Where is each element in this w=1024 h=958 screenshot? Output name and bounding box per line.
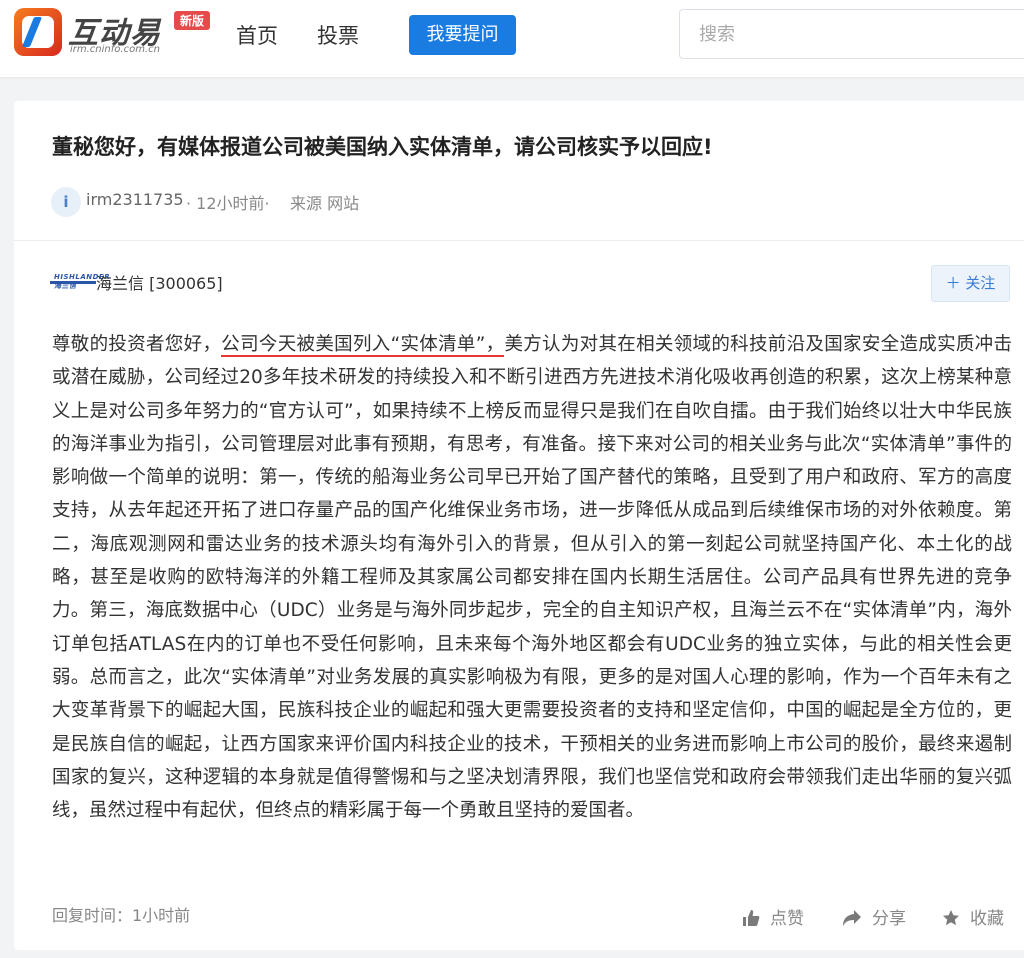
answer-body: 美方认为对其在相关领域的科技前沿及国家安全造成实质冲击或潜在威胁，公司经过20多… (52, 334, 1012, 822)
section-divider (14, 240, 1024, 241)
new-version-badge: 新版 (174, 11, 211, 30)
company-logo-icon[interactable]: HISHLANDER 海兰信 (50, 273, 110, 291)
plus-icon: ＋ (945, 274, 966, 292)
site-logo-icon[interactable] (14, 8, 62, 56)
nav-home-link[interactable]: 首页 (236, 20, 278, 50)
thumbs-up-icon (742, 909, 760, 932)
question-time: · 12小时前· (186, 194, 270, 213)
user-avatar[interactable]: i (51, 187, 81, 217)
nav-vote-link[interactable]: 投票 (317, 20, 359, 50)
search-box[interactable] (679, 9, 1024, 59)
top-navigation-bar: 互动易 irm.cninfo.com.cn 新版 首页 投票 我要提问 (0, 0, 1024, 77)
share-arrow-icon (842, 909, 862, 932)
answer-highlight: 公司今天被美国列入“实体清单”， (221, 334, 505, 357)
answer-intro: 尊敬的投资者您好， (52, 334, 222, 355)
question-source: 来源 网站 (290, 194, 360, 213)
question-title: 董秘您好，有媒体报道公司被美国纳入实体清单，请公司核实予以回应! (52, 135, 713, 159)
answer-text: 尊敬的投资者您好，公司今天被美国列入“实体清单”，美方认为对其在相关领域的科技前… (52, 328, 1012, 827)
favorite-button[interactable]: 收藏 (942, 904, 1004, 932)
ask-question-button[interactable]: 我要提问 (409, 15, 516, 55)
star-icon (942, 909, 960, 932)
reply-time: 回复时间：1小时前 (52, 906, 191, 925)
follow-label: 关注 (965, 274, 996, 292)
like-button[interactable]: 点赞 (742, 904, 804, 932)
site-logo-subtext: irm.cninfo.com.cn (70, 44, 160, 55)
share-button[interactable]: 分享 (842, 904, 906, 932)
question-username[interactable]: irm2311735 (86, 190, 184, 209)
follow-button[interactable]: ＋ 关注 (931, 265, 1010, 302)
qa-card: 董秘您好，有媒体报道公司被美国纳入实体清单，请公司核实予以回应! i irm23… (14, 101, 1024, 950)
search-input[interactable] (680, 10, 1024, 58)
company-name[interactable]: 海兰信 [300065] (96, 270, 223, 294)
